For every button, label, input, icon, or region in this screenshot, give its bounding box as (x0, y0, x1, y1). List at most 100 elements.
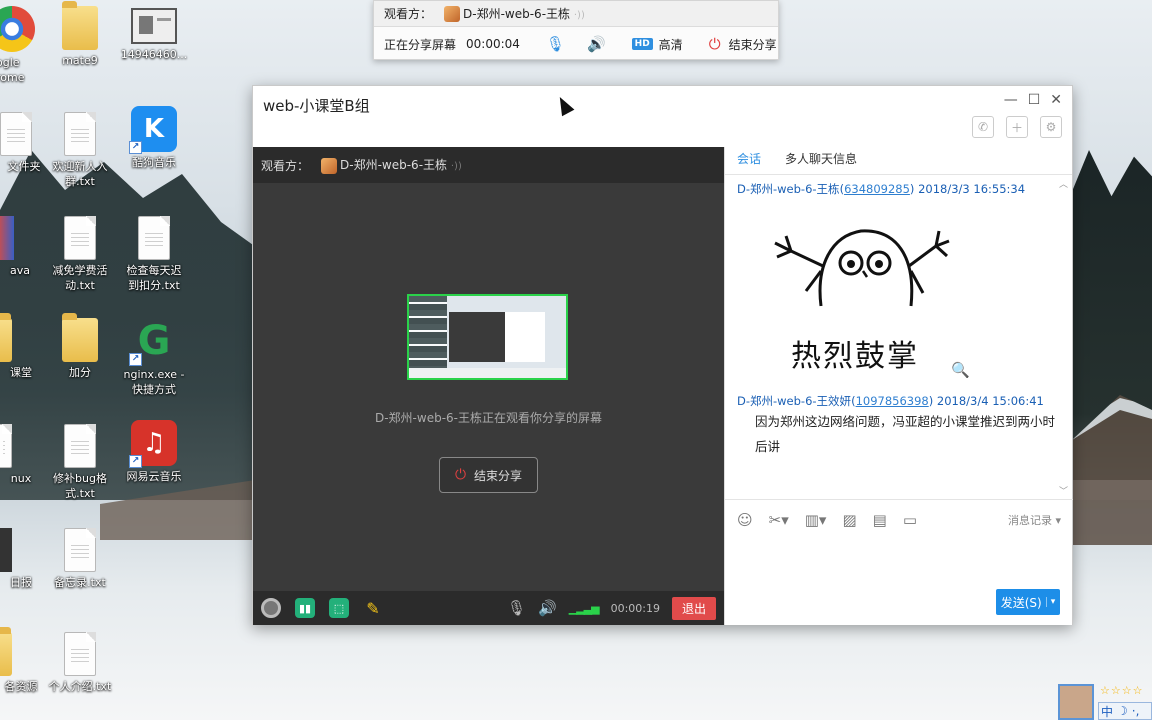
chat-input-area[interactable] (725, 539, 1073, 589)
red-packet-icon[interactable]: ▤ (873, 511, 887, 529)
desktop-icon-kugou[interactable]: K ↗ 酷狗音乐 (114, 106, 194, 170)
desktop-icon-welcome[interactable]: 欢迎新人入 群.txt (40, 112, 120, 189)
viewer-entry[interactable]: D-郑州-web-6-王栋 ·)) (321, 156, 462, 174)
share-viewer-row: 观看方： D-郑州-web-6-王栋 ·)) (374, 1, 778, 27)
screen-share-pane: 观看方： D-郑州-web-6-王栋 ·)) D-郑州-web-6-王栋正在观看… (253, 147, 724, 625)
folder-icon[interactable]: ▭ (903, 511, 917, 529)
message-sender[interactable]: D-郑州-web-6-王栋 (737, 182, 840, 196)
speaker-icon[interactable]: 🔊 (587, 35, 606, 53)
shortcut-arrow-icon: ↗ (129, 353, 142, 366)
desktop-icon-label: 备忘录.txt (54, 576, 106, 589)
screen-share-bar: 观看方： D-郑州-web-6-王栋 ·)) 正在分享屏幕 00:00:04 🎙… (373, 0, 779, 60)
shortcut-arrow-icon: ↗ (129, 455, 142, 468)
message-header: D-郑州-web-6-王效妍(1097856398) 2018/3/4 15:0… (737, 394, 1044, 408)
chat-tabs: 会话 多人聊天信息 (725, 147, 1072, 175)
microphone-icon[interactable]: 🎙 (507, 599, 526, 617)
desktop-icon-intro[interactable]: 个人介绍.txt (40, 632, 120, 694)
desktop-icon-mate9[interactable]: mate9 (40, 1, 120, 68)
maximize-icon[interactable]: ☐ (1028, 92, 1041, 108)
viewer-avatar (444, 6, 461, 23)
tab-group-info[interactable]: 多人聊天信息 (785, 150, 857, 174)
message-sender-qq[interactable]: 634809285 (844, 182, 910, 196)
desktop-icon-tuition[interactable]: 减免学费活 动.txt (40, 216, 120, 293)
tray-avatar[interactable] (1058, 684, 1094, 720)
desktop-icon-bugfix[interactable]: 修补bug格 式.txt (40, 424, 120, 501)
window-title: web-小课堂B组 (263, 97, 370, 115)
end-share-button[interactable]: ⏻ 结束分享 (709, 35, 777, 53)
group-chat-window: web-小课堂B组 — ☐ ✕ ✆ ＋ ⚙ 观看方： D-郑州-web-6-王栋… (252, 85, 1073, 625)
whiteboard-pen-icon[interactable]: ✎ (363, 598, 383, 618)
end-share-button[interactable]: ⏻ 结束分享 (439, 457, 538, 493)
screenshot-scissors-icon[interactable]: ✂▾ (769, 511, 789, 529)
text-file-icon (138, 216, 170, 260)
share-controls-row: 正在分享屏幕 00:00:04 🎙 🔊 HD 高清 ⏻ 结束分享 (374, 27, 778, 61)
scroll-down-icon[interactable]: ﹀ (1059, 484, 1068, 497)
applause-sticker[interactable]: 热烈鼓掌 🔍 (761, 211, 970, 381)
microphone-icon[interactable]: 🎙 (546, 35, 565, 53)
power-icon: ⏻ (708, 35, 721, 53)
tab-conversation[interactable]: 会话 (737, 150, 761, 174)
text-file-icon (64, 216, 96, 260)
message-list: D-郑州-web-6-王栋(634809285) 2018/3/3 16:55:… (725, 177, 1073, 492)
desktop-icon-label: 欢迎新人入 群.txt (52, 160, 108, 188)
send-label: 发送(S) (1000, 595, 1042, 610)
send-button[interactable]: 发送(S) ▾ (996, 589, 1060, 615)
window-toolbar: ✆ ＋ ⚙ (972, 116, 1062, 138)
close-icon[interactable]: ✕ (1050, 92, 1062, 108)
watching-status-text: D-郑州-web-6-王栋正在观看你分享的屏幕 (374, 411, 602, 425)
chart-icon[interactable]: ▮▮ (295, 598, 315, 618)
screen-icon[interactable]: ⬚ (329, 598, 349, 618)
desktop-icon-memo[interactable]: 备忘录.txt (40, 528, 120, 590)
desktop-icon-label: 减免学费活 动.txt (52, 264, 108, 292)
message-sender[interactable]: D-郑州-web-6-王效妍 (737, 394, 851, 408)
sharing-status-label: 正在分享屏幕 (384, 37, 457, 52)
folder-icon (0, 313, 12, 362)
zoom-in-icon[interactable]: 🔍 (951, 361, 970, 379)
quality-label: 高清 (658, 37, 683, 52)
message-sender-qq[interactable]: 1097856398 (856, 394, 929, 408)
chat-input-toolbar: ☺ ✂▾ ▥▾ ▨ ▤ ▭ 消息记录 ▾ (725, 499, 1073, 539)
share-pane-footer: ▮▮ ⬚ ✎ 🎙 🔊 ▁▂▃▅ 00:00:19 退出 (253, 591, 724, 625)
desktop-icon-checkin[interactable]: 检查每天迟 到扣分.txt (114, 216, 194, 293)
shortcut-arrow-icon: ↗ (129, 141, 142, 154)
minimize-icon[interactable]: — (1004, 92, 1018, 108)
desktop-icon-nginx[interactable]: G ↗ nginx.exe - 快捷方式 (114, 318, 194, 397)
desktop-icon-label: nginx.exe - 快捷方式 (123, 368, 185, 396)
speaker-icon[interactable]: 🔊 (538, 599, 557, 617)
settings-icon[interactable]: ⚙ (1040, 116, 1062, 138)
sticker-drawing (774, 229, 950, 307)
input-method-indicator[interactable]: 中 ☽ ·, (1098, 702, 1152, 720)
nginx-icon: G ↗ (129, 318, 177, 366)
desktop-icon-label: 加分 (69, 366, 91, 379)
chevron-down-icon[interactable]: ▾ (1045, 597, 1055, 607)
desktop-icon-photo[interactable]: 14946460... (114, 8, 194, 62)
moon-icon: ☽ (1117, 704, 1128, 718)
image-icon[interactable]: ▨ (842, 511, 856, 529)
viewer-entry[interactable]: D-郑州-web-6-王栋 ·)) (444, 5, 585, 23)
voice-bars-icon[interactable]: ▥▾ (805, 511, 827, 529)
sticker-caption: 热烈鼓掌 (791, 339, 919, 374)
end-share-label: 结束分享 (728, 37, 777, 52)
history-label: 消息记录 (1007, 513, 1052, 527)
desktop-icon-bonus[interactable]: 加分 (40, 313, 120, 380)
add-member-icon[interactable]: ＋ (1006, 116, 1028, 138)
chat-pane: 会话 多人聊天信息 ︿ D-郑州-web-6-王栋(634809285) 201… (724, 147, 1073, 625)
signal-strength-icon: ▁▂▃▅ (568, 601, 600, 615)
desktop-icon-netease[interactable]: ♫ ↗ 网易云音乐 (114, 420, 194, 484)
file-icon (0, 528, 12, 572)
text-file-icon (64, 112, 96, 156)
desktop-icon-label: 酷狗音乐 (132, 156, 176, 169)
record-icon[interactable] (261, 598, 281, 618)
end-share-label: 结束分享 (474, 468, 523, 483)
emoji-icon[interactable]: ☺ (737, 511, 753, 529)
phone-call-icon[interactable]: ✆ (972, 116, 994, 138)
exit-button[interactable]: 退出 (671, 596, 716, 620)
share-timer: 00:00:04 (466, 37, 520, 51)
desktop-icon-label: mate9 (62, 54, 98, 67)
viewer-name: D-郑州-web-6-王栋 (463, 6, 571, 21)
message-header: D-郑州-web-6-王栋(634809285) 2018/3/3 16:55:… (737, 182, 1026, 196)
java-icon (0, 216, 14, 260)
kugou-icon: K ↗ (129, 106, 177, 154)
message-history-button[interactable]: 消息记录 ▾ (1008, 512, 1061, 528)
quality-toggle[interactable]: HD 高清 (631, 36, 683, 53)
